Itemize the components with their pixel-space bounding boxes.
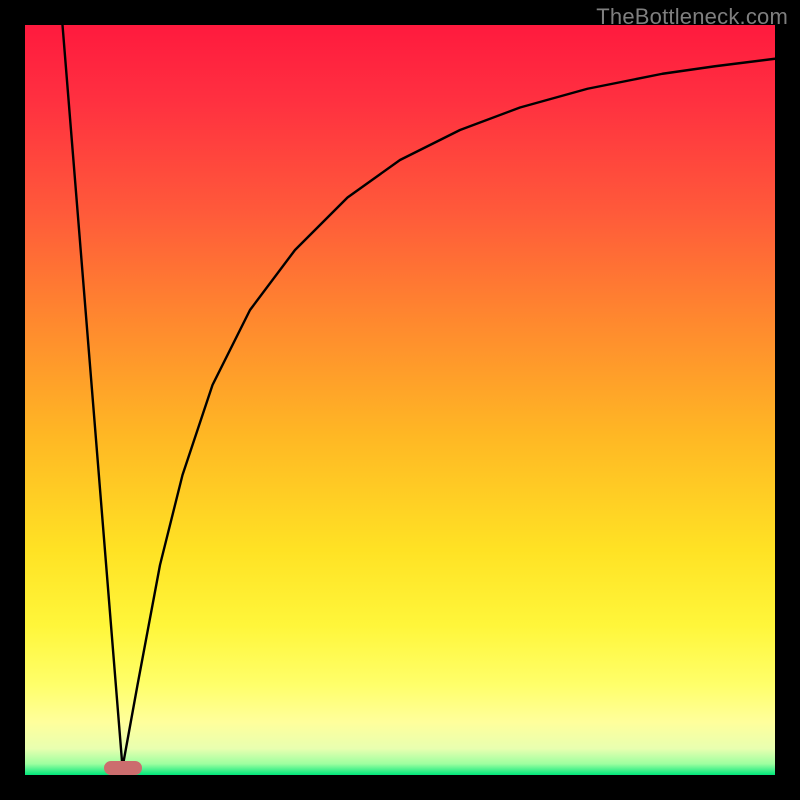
outer-frame: TheBottleneck.com (0, 0, 800, 800)
plot-area (25, 25, 775, 775)
watermark-text: TheBottleneck.com (596, 4, 788, 30)
minimum-marker (104, 761, 142, 775)
chart-curve (25, 25, 775, 775)
